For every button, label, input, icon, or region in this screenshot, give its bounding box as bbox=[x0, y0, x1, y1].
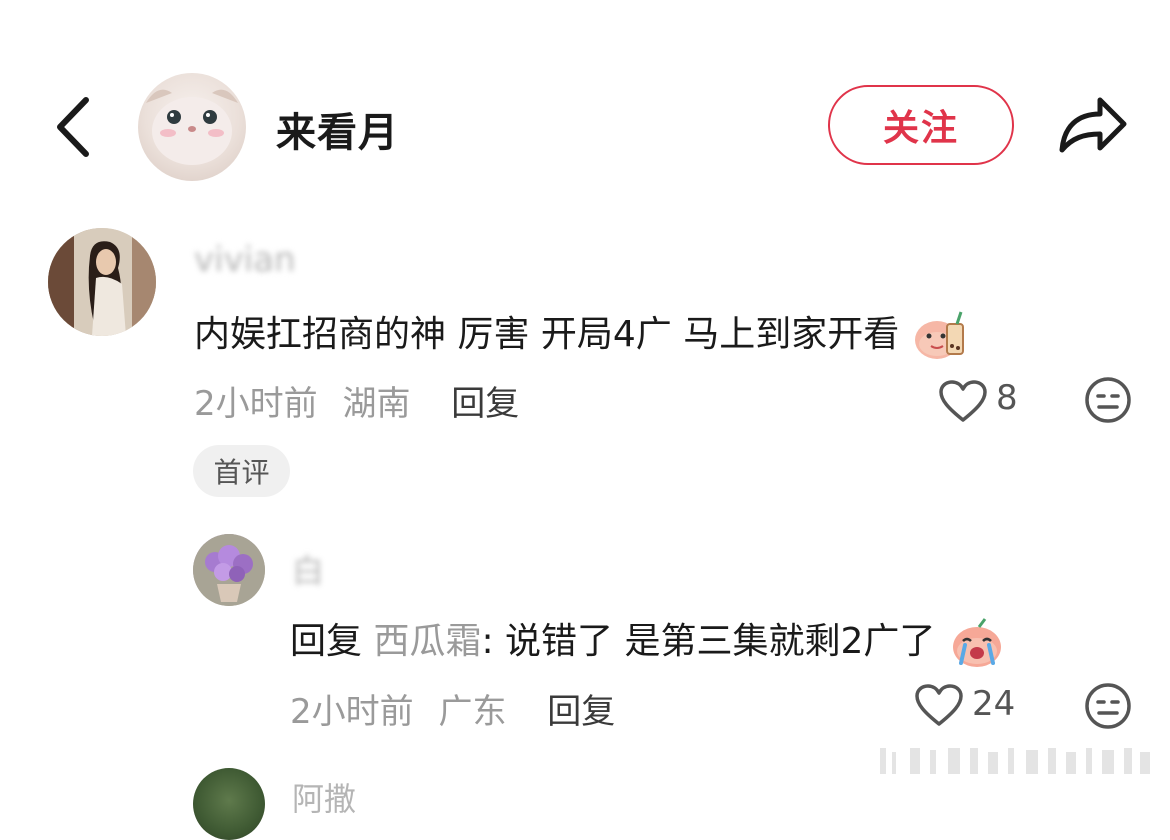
first-comment-badge: 首评 bbox=[193, 445, 290, 497]
avatar[interactable] bbox=[193, 534, 265, 606]
username-text: vivian bbox=[194, 240, 296, 280]
follow-button[interactable]: 关注 bbox=[828, 85, 1014, 165]
comment-text: 内娱扛招商的神 厉害 开局4广 马上到家开看 bbox=[194, 305, 969, 362]
reply-button[interactable]: 回复 bbox=[547, 692, 615, 732]
heart-icon[interactable] bbox=[914, 684, 964, 728]
reply-text: 回复 西瓜霜: 说错了 是第三集就剩2广了 bbox=[290, 612, 1005, 669]
username-text: 阿撒 bbox=[292, 780, 357, 818]
comment-meta: 2小时前 湖南 回复 bbox=[194, 376, 519, 425]
like-count: 8 bbox=[996, 378, 1018, 418]
reply-target[interactable]: 西瓜霜 bbox=[373, 621, 481, 662]
username-text: 白 bbox=[292, 552, 325, 590]
like-count: 24 bbox=[972, 684, 1016, 724]
comment-username[interactable]: vivian bbox=[194, 240, 296, 280]
reply-time: 2小时前 bbox=[290, 692, 414, 732]
heart-icon[interactable] bbox=[938, 380, 988, 424]
author-avatar[interactable] bbox=[138, 73, 246, 181]
reply-body: : 说错了 是第三集就剩2广了 bbox=[481, 621, 936, 662]
avatar[interactable] bbox=[193, 768, 265, 840]
reply-meta: 2小时前 广东 回复 bbox=[290, 684, 615, 733]
chevron-left-icon[interactable] bbox=[50, 92, 100, 162]
emoji-reaction-icon[interactable] bbox=[1084, 376, 1132, 424]
avatar[interactable] bbox=[48, 228, 156, 336]
crying-emoji bbox=[952, 618, 1001, 667]
watermark bbox=[870, 740, 1160, 780]
reply-button[interactable]: 回复 bbox=[451, 384, 519, 424]
comment-location: 湖南 bbox=[342, 384, 411, 424]
comment-body: 内娱扛招商的神 厉害 开局4广 马上到家开看 bbox=[194, 314, 900, 355]
reply-prefix: 回复 bbox=[290, 621, 363, 662]
emoji-reaction-icon[interactable] bbox=[1084, 682, 1132, 730]
share-icon[interactable] bbox=[1056, 92, 1130, 158]
author-name[interactable]: 来看月 bbox=[276, 100, 399, 158]
comment-time: 2小时前 bbox=[194, 384, 318, 424]
reply-location: 广东 bbox=[438, 692, 507, 732]
reply-username[interactable]: 阿撒 bbox=[292, 774, 356, 820]
reply-username[interactable]: 白 bbox=[292, 546, 324, 592]
bubble-tea-emoji bbox=[914, 311, 964, 359]
